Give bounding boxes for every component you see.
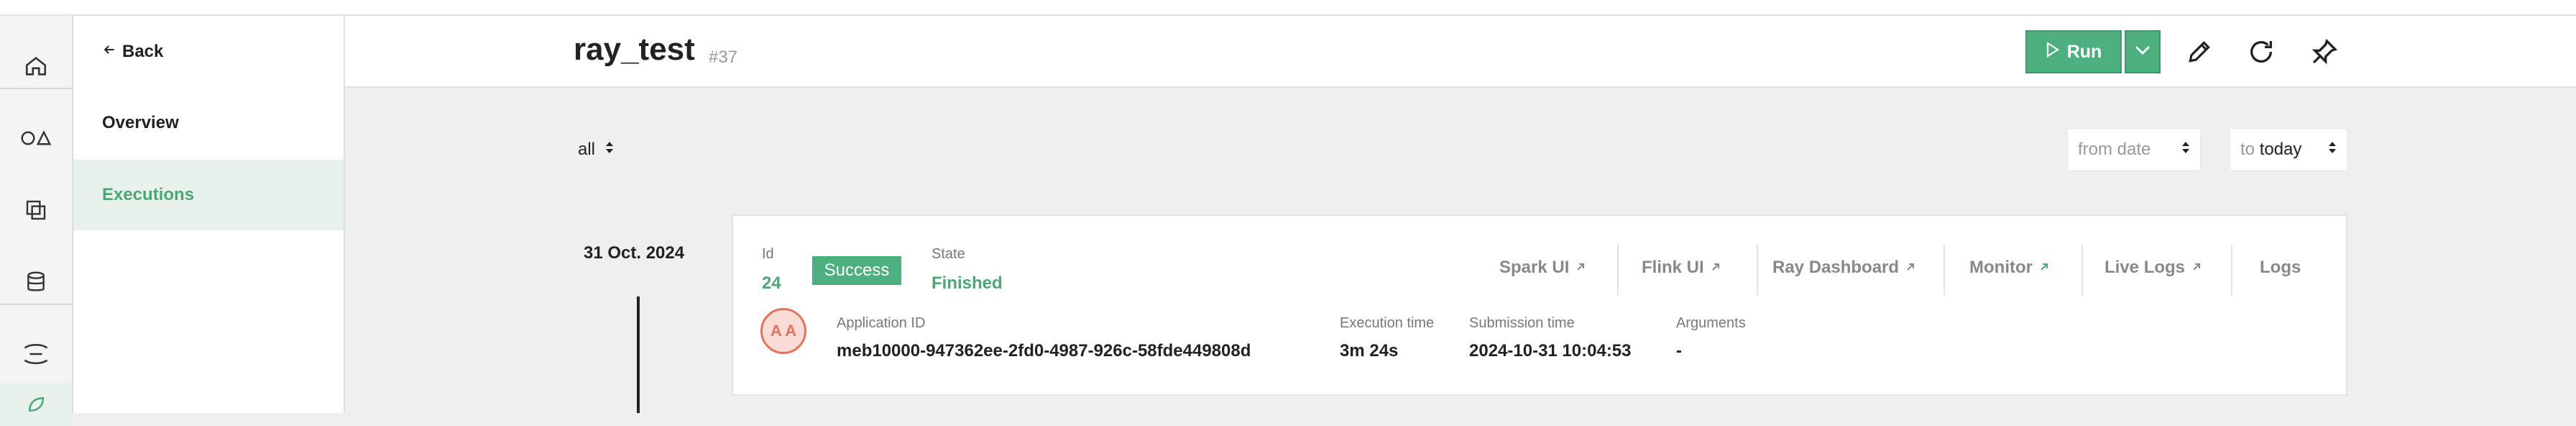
status-filter-select[interactable]: all <box>578 128 614 171</box>
status-badge: Success <box>812 256 901 285</box>
database-icon[interactable] <box>0 246 72 318</box>
top-bar <box>0 0 2576 16</box>
execution-date: 31 Oct. 2024 <box>584 243 685 263</box>
back-label: Back <box>122 42 164 61</box>
from-date-placeholder: from date <box>2078 140 2151 159</box>
id-label: Id <box>762 246 774 262</box>
play-icon <box>2046 41 2060 63</box>
shapes-icon[interactable] <box>0 102 72 174</box>
sort-arrows-icon <box>2181 140 2190 160</box>
live-logs-link[interactable]: Live Logs <box>2104 253 2202 282</box>
logs-link[interactable]: Logs <box>2260 253 2301 282</box>
sort-arrows-icon <box>605 140 614 160</box>
to-date-select[interactable]: to today <box>2230 128 2347 171</box>
chevron-down-icon <box>2134 45 2151 60</box>
execution-time-label: Execution time <box>1340 315 1435 331</box>
back-link[interactable]: Back <box>102 42 163 62</box>
page-title: ray_test <box>574 32 695 67</box>
external-link-icon <box>2038 258 2050 278</box>
spark-ui-link[interactable]: Spark UI <box>1499 253 1586 282</box>
arrow-left-icon <box>102 42 116 62</box>
orbit-icon[interactable] <box>0 318 72 390</box>
timeline-line <box>637 296 640 413</box>
application-id-label: Application ID <box>837 315 926 331</box>
submission-time-label: Submission time <box>1469 315 1575 331</box>
side-nav: Back Overview Executions <box>73 16 345 413</box>
link-label: Monitor <box>1969 258 2033 277</box>
from-date-select[interactable]: from date <box>2067 128 2201 171</box>
status-filter-value: all <box>578 140 596 159</box>
nav-item-label: Executions <box>102 185 195 204</box>
refresh-icon[interactable] <box>2242 33 2280 71</box>
avatar: A A <box>760 308 806 354</box>
external-link-icon <box>1710 258 1721 278</box>
link-label: Ray Dashboard <box>1772 258 1900 277</box>
state-label: State <box>932 246 965 262</box>
run-dropdown-button[interactable] <box>2125 30 2161 73</box>
arguments-value: - <box>1676 341 1682 361</box>
state-value: Finished <box>932 273 1003 293</box>
external-link-icon <box>2191 258 2202 278</box>
monitor-link[interactable]: Monitor <box>1969 253 2050 282</box>
to-date-prefix: to <box>2240 140 2255 159</box>
sort-arrows-icon <box>2328 140 2337 160</box>
submission-time-value: 2024-10-31 10:04:53 <box>1469 341 1632 361</box>
run-button[interactable]: Run <box>2025 30 2122 73</box>
nav-item-executions[interactable]: Executions <box>73 160 344 230</box>
application-id-value: meb10000-947362ee-2fd0-4987-926c-58fde44… <box>837 341 1251 361</box>
link-label: Live Logs <box>2104 258 2186 277</box>
link-label: Flink UI <box>1642 258 1704 277</box>
nav-item-overview[interactable]: Overview <box>73 88 344 158</box>
job-number: #37 <box>709 47 738 67</box>
execution-card[interactable]: Id 24 Success State Finished Spark UI Fl… <box>732 214 2347 396</box>
icon-rail <box>0 16 73 426</box>
run-label: Run <box>2066 41 2102 62</box>
external-link-icon <box>1905 258 1916 278</box>
external-link-icon <box>1575 258 1586 278</box>
link-label: Spark UI <box>1499 258 1570 277</box>
home-icon[interactable] <box>0 30 72 102</box>
leaf-icon[interactable] <box>0 383 72 426</box>
ray-dashboard-link[interactable]: Ray Dashboard <box>1772 253 1916 282</box>
flink-ui-link[interactable]: Flink UI <box>1642 253 1721 282</box>
pin-icon[interactable] <box>2306 33 2343 71</box>
arguments-label: Arguments <box>1676 315 1746 331</box>
to-date-value: today <box>2259 140 2302 159</box>
page-header: ray_test #37 Run <box>345 16 2576 88</box>
link-label: Logs <box>2260 258 2301 277</box>
id-value[interactable]: 24 <box>762 273 781 294</box>
execution-time-value: 3m 24s <box>1340 341 1399 361</box>
edit-pencil-icon[interactable] <box>2181 33 2218 71</box>
copy-icon[interactable] <box>0 174 72 246</box>
nav-item-label: Overview <box>102 113 179 132</box>
